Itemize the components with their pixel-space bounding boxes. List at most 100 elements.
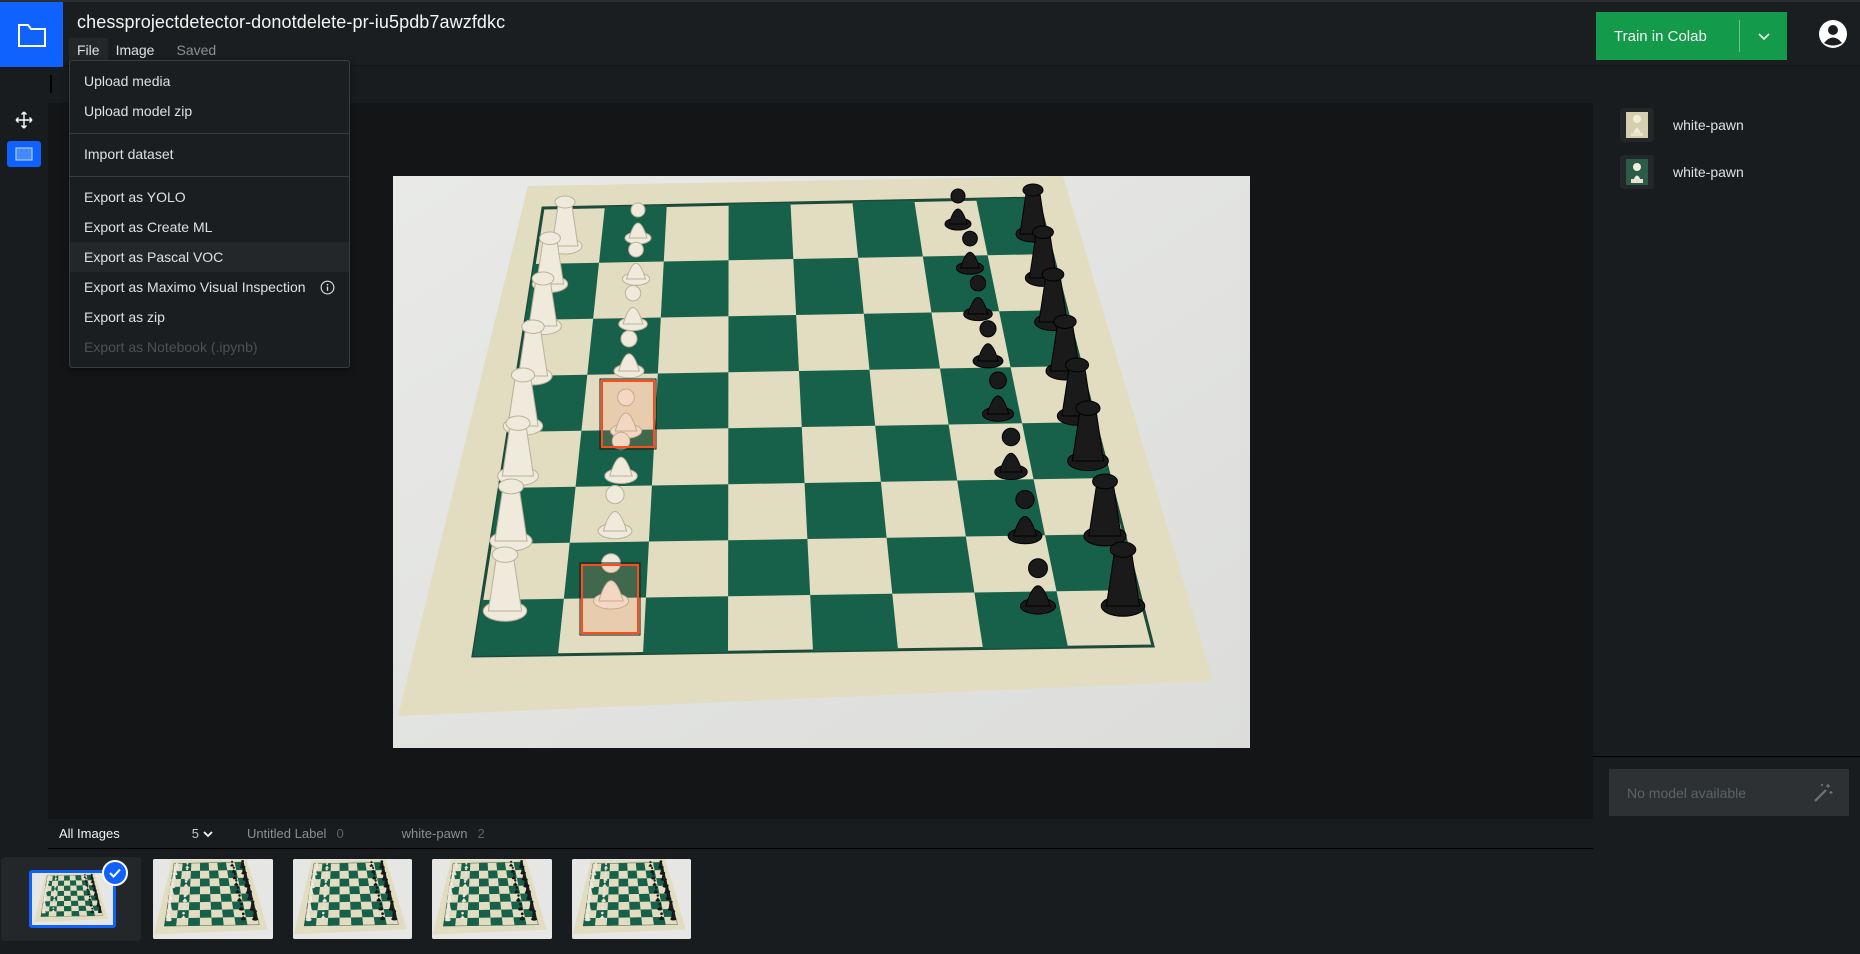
label-item[interactable]: white-pawn: [1620, 107, 1744, 143]
menu-item-export-notebook: Export as Notebook (.ipynb): [84, 339, 258, 355]
annotation-box-1[interactable]: [601, 380, 655, 448]
board-square: [218, 878, 230, 887]
board-and-pieces: [471, 183, 1155, 658]
rectangle-icon: [15, 147, 33, 161]
board-square: [211, 917, 224, 926]
app-header: chessprojectdetector-donotdelete-pr-iu5p…: [0, 0, 1860, 68]
label-filter-count: 0: [336, 826, 344, 841]
board-square: [86, 910, 95, 916]
board-square: [490, 917, 503, 926]
board-square: [209, 886, 221, 895]
label-item[interactable]: white-pawn: [1620, 154, 1744, 190]
board-square: [339, 909, 351, 918]
board-square: [330, 870, 340, 879]
all-images-filter[interactable]: All Images: [59, 826, 120, 841]
annotation-box-2[interactable]: [581, 564, 639, 634]
board-square: [496, 862, 507, 871]
label-thumbnail: [1620, 108, 1654, 142]
image-thumbnail[interactable]: [432, 859, 552, 939]
board-square: [798, 369, 876, 427]
board-square: [618, 894, 630, 903]
board-square: [373, 916, 387, 925]
project-title: chessprojectdetector-donotdelete-pr-iu5p…: [77, 12, 506, 32]
board-square: [339, 878, 350, 887]
board-square: [234, 917, 248, 926]
bounding-box-tool[interactable]: [7, 141, 41, 167]
board-square: [629, 917, 643, 926]
board-square: [488, 870, 498, 879]
board-square: [618, 863, 628, 871]
board-square: [618, 878, 629, 887]
info-icon[interactable]: [320, 280, 335, 295]
menu-item-export-create-ml[interactable]: Export as Create ML: [70, 212, 349, 242]
menu-item-import-dataset[interactable]: Import dataset: [70, 139, 349, 169]
board-square: [804, 481, 887, 539]
board-square: [637, 878, 648, 887]
board-square: [56, 911, 65, 917]
menu-item-upload-media[interactable]: Upload media: [70, 66, 349, 96]
board-square: [220, 893, 232, 902]
board-square: [793, 257, 864, 315]
board-square: [69, 880, 77, 886]
image-thumbnail[interactable]: [572, 859, 691, 939]
board-square: [199, 862, 210, 871]
board-square: [478, 862, 489, 871]
board-square: [728, 427, 805, 485]
menu-item-export-maximo[interactable]: Export as Maximo Visual Inspection: [70, 272, 349, 302]
menu-item-upload-model-zip[interactable]: Upload model zip: [70, 96, 349, 126]
board-square: [56, 901, 65, 907]
board-square: [467, 902, 479, 911]
image-thumbnail[interactable]: [293, 859, 412, 939]
chevron-down-icon: [1757, 33, 1770, 41]
board-square: [222, 909, 235, 918]
train-dropdown-toggle[interactable]: [1740, 31, 1787, 41]
board-square: [638, 893, 651, 902]
menu-item-export-zip[interactable]: Export as zip: [70, 302, 349, 332]
image-filter-bar: All Images 5 Untitled Label 0 white-pawn…: [48, 819, 1593, 849]
board-square: [57, 880, 65, 886]
image-thumbnail-strip: [0, 850, 1593, 954]
train-in-colab-label: Train in Colab: [1614, 27, 1707, 45]
board-square: [468, 886, 479, 895]
board-square: [467, 917, 479, 926]
menu-file[interactable]: File: [69, 38, 108, 62]
train-in-colab-button[interactable]: Train in Colab: [1596, 12, 1787, 60]
label-filter[interactable]: white-pawn 2: [402, 826, 485, 841]
image-count-dropdown[interactable]: 5: [192, 826, 214, 841]
user-avatar-icon[interactable]: [1818, 19, 1848, 49]
board-square: [199, 878, 210, 887]
image-thumbnail[interactable]: [153, 859, 273, 939]
menu-image[interactable]: Image: [108, 38, 163, 62]
menu-item-export-yolo[interactable]: Export as YOLO: [70, 182, 349, 212]
board-square: [609, 870, 619, 879]
board-square: [210, 901, 223, 910]
board-square: [728, 203, 794, 261]
magic-wand-icon[interactable]: [1811, 781, 1835, 805]
board-square: [188, 902, 200, 911]
board-square: [608, 886, 619, 895]
board-square: [64, 895, 71, 902]
board-square: [974, 591, 1068, 649]
board-square: [70, 900, 79, 906]
board-square: [660, 260, 729, 318]
board-square: [478, 878, 489, 887]
board-square: [78, 905, 87, 911]
board-square: [77, 895, 85, 901]
model-selector[interactable]: No model available: [1609, 769, 1849, 816]
label-thumbnail: [1620, 155, 1654, 189]
menu-item-export-pascal-voc[interactable]: Export as Pascal VOC: [70, 242, 349, 272]
board-square: [71, 910, 80, 917]
board-square: [478, 894, 490, 903]
move-arrows-icon: [15, 111, 33, 129]
board-square: [190, 870, 200, 879]
pawn-crop-icon: [1626, 112, 1648, 138]
board-square: [209, 870, 219, 879]
chessboard-image[interactable]: [393, 176, 1250, 748]
save-status: Saved: [176, 42, 217, 58]
board-square: [852, 200, 923, 258]
move-tool[interactable]: [7, 107, 41, 133]
label-filter[interactable]: Untitled Label 0: [247, 826, 344, 841]
project-folder-button[interactable]: [0, 2, 63, 68]
board-square: [75, 875, 82, 881]
label-filter-count: 2: [477, 826, 485, 841]
